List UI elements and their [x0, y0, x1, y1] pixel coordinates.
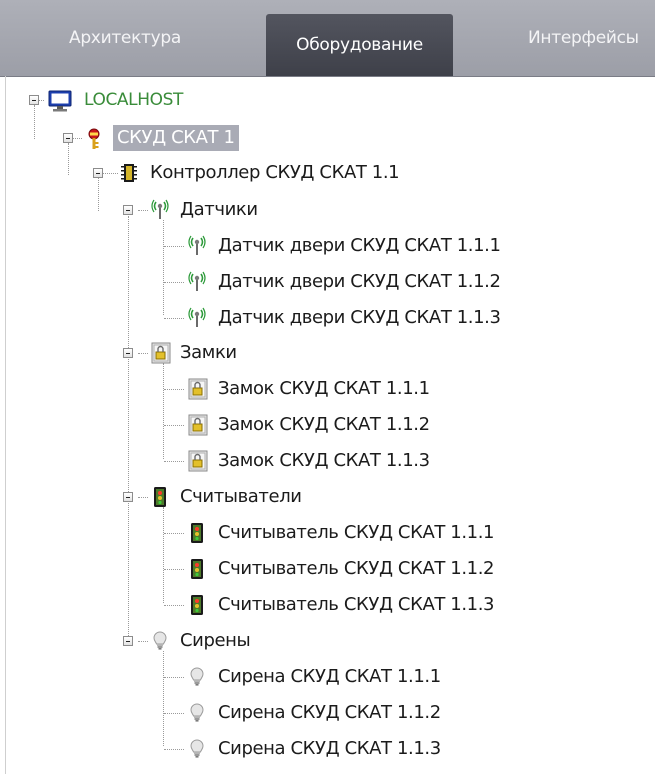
- group-toggle[interactable]: [123, 636, 133, 646]
- reader-icon: [191, 595, 203, 615]
- tree-group-label[interactable]: Датчики: [180, 197, 258, 223]
- siren-icon: [190, 703, 204, 722]
- group-toggle[interactable]: [123, 348, 133, 358]
- lock-icon: [188, 378, 208, 400]
- tab-interfaces[interactable]: Интерфейсы: [500, 0, 655, 76]
- group-toggle[interactable]: [123, 492, 133, 502]
- tree-item-label[interactable]: Сирена СКУД СКАТ 1.1.2: [218, 700, 441, 726]
- lock-icon: [188, 450, 208, 472]
- sensor-icon: [188, 307, 206, 327]
- tree-controller-label[interactable]: Контроллер СКУД СКАТ 1.1: [150, 160, 400, 186]
- root-toggle[interactable]: [29, 95, 39, 105]
- lock-icon: [188, 414, 208, 436]
- reader-icon: [154, 487, 166, 507]
- reader-icon: [191, 523, 203, 543]
- tree-item-label[interactable]: Сирена СКУД СКАТ 1.1.3: [218, 736, 441, 762]
- tree-system-label[interactable]: СКУД СКАТ 1: [113, 125, 239, 151]
- tree-item-label[interactable]: Датчик двери СКУД СКАТ 1.1.3: [218, 305, 501, 331]
- tree-item-label[interactable]: Замок СКУД СКАТ 1.1.1: [218, 376, 430, 402]
- lock-icon: [151, 342, 171, 364]
- tree-item-label[interactable]: Сирена СКУД СКАТ 1.1.1: [218, 664, 441, 690]
- access-key-icon: [88, 128, 100, 149]
- tree-root-label[interactable]: LOCALHOST: [84, 87, 183, 113]
- tree-item-label[interactable]: Считыватель СКУД СКАТ 1.1.3: [218, 592, 495, 618]
- tab-equipment[interactable]: Оборудование: [266, 14, 453, 76]
- sensor-icon: [188, 235, 206, 255]
- tree-item-label[interactable]: Замок СКУД СКАТ 1.1.3: [218, 448, 430, 474]
- tree-item-label[interactable]: Датчик двери СКУД СКАТ 1.1.1: [218, 233, 501, 259]
- system-toggle[interactable]: [63, 133, 73, 143]
- siren-icon: [153, 631, 167, 650]
- controller-chip-icon: [121, 164, 137, 182]
- tab-bar: Архитектура Оборудование Интерфейсы: [0, 0, 655, 77]
- tree-item-label[interactable]: Считыватель СКУД СКАТ 1.1.2: [218, 556, 495, 582]
- tree-group-label[interactable]: Считыватели: [180, 484, 302, 510]
- tree-item-label[interactable]: Считыватель СКУД СКАТ 1.1.1: [218, 520, 495, 546]
- controller-toggle[interactable]: [93, 168, 103, 178]
- sensor-icon: [151, 199, 169, 219]
- equipment-tree: LOCALHOST СКУД СКАТ 1 Контроллер СКУД СК…: [0, 76, 655, 774]
- sensor-icon: [188, 271, 206, 291]
- tree-group-label[interactable]: Сирены: [180, 628, 251, 654]
- group-toggle[interactable]: [123, 205, 133, 215]
- tree-item-label[interactable]: Замок СКУД СКАТ 1.1.2: [218, 412, 430, 438]
- tree-item-label[interactable]: Датчик двери СКУД СКАТ 1.1.2: [218, 269, 501, 295]
- siren-icon: [190, 739, 204, 758]
- siren-icon: [190, 667, 204, 686]
- reader-icon: [191, 559, 203, 579]
- computer-icon: [48, 90, 72, 112]
- tab-architecture[interactable]: Архитектура: [20, 0, 230, 76]
- tree-group-label[interactable]: Замки: [180, 340, 237, 366]
